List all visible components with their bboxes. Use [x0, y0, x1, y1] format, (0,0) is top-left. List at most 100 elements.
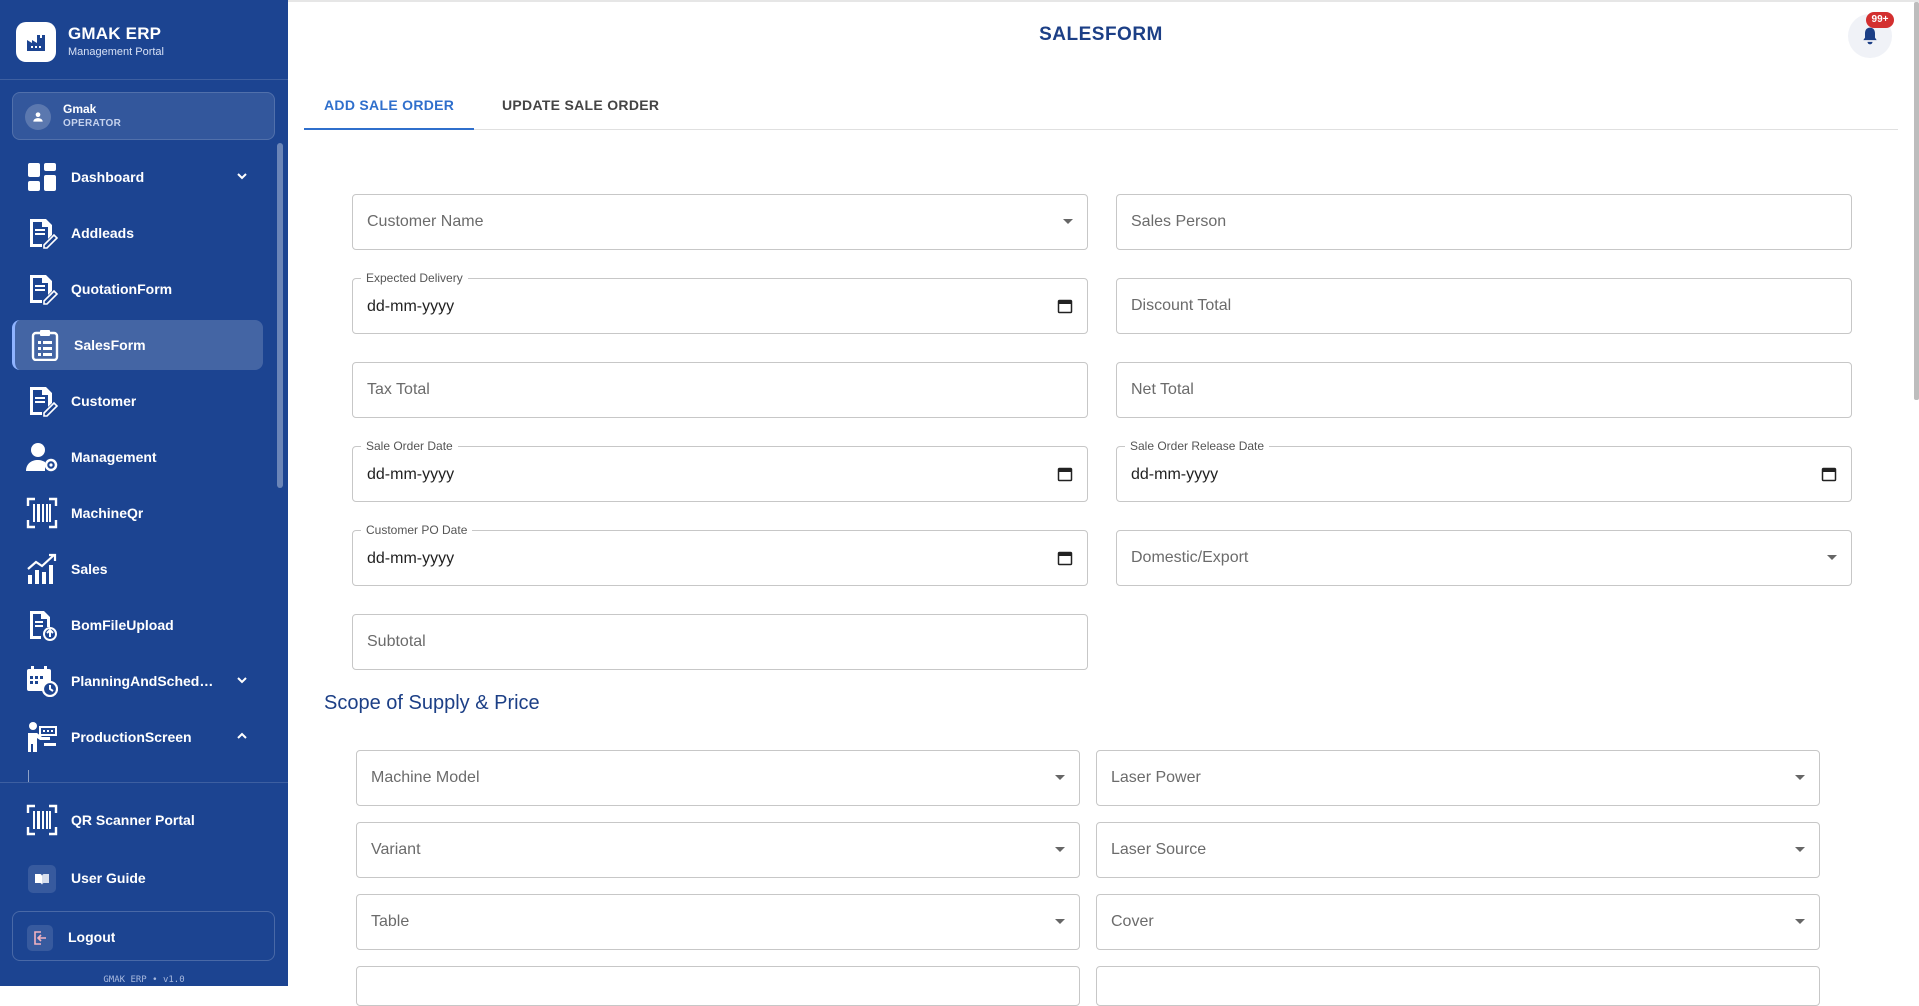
sidebar-item-machineqr[interactable]: MachineQr: [12, 488, 263, 538]
table-select[interactable]: Table: [356, 894, 1080, 950]
sidebar-footer: QR Scanner Portal User Guide Logout GMAK…: [0, 782, 288, 986]
subtotal-placeholder: Subtotal: [367, 633, 426, 650]
laser-source-placeholder: Laser Source: [1111, 841, 1207, 858]
sidebar-item-planningandscheduling[interactable]: PlanningAndSchedul…: [12, 656, 263, 706]
calendar-icon[interactable]: [1057, 298, 1073, 314]
variant-placeholder: Variant: [371, 841, 421, 858]
chevron-down-icon[interactable]: [234, 168, 250, 184]
machine-model-select[interactable]: Machine Model: [356, 750, 1080, 806]
sidebar-item-dashboard[interactable]: Dashboard: [12, 152, 263, 202]
dropdown-arrow-icon: [1063, 219, 1073, 224]
edit-document-icon: [30, 275, 58, 305]
version-text: GMAK ERP • v1.0: [103, 975, 185, 985]
dropdown-arrow-icon: [1055, 847, 1065, 852]
net-total-placeholder: Net Total: [1131, 381, 1194, 398]
sales-person-field[interactable]: Sales Person: [1116, 194, 1852, 250]
clipboard-list-icon: [31, 330, 59, 361]
calendar-icon[interactable]: [1057, 466, 1073, 482]
brand-header: GMAK ERP Management Portal: [0, 0, 288, 80]
tab-bar: ADD SALE ORDER UPDATE SALE ORDER: [304, 80, 1898, 130]
sidebar-item-management[interactable]: Management: [12, 432, 263, 482]
edit-document-icon: [30, 387, 58, 417]
customer-po-date-value: dd-mm-yyyy: [367, 550, 455, 567]
next-row-select-left[interactable]: [356, 966, 1080, 1006]
subtotal-field[interactable]: Subtotal: [352, 614, 1088, 670]
dropdown-arrow-icon: [1827, 555, 1837, 560]
book-icon: [28, 865, 56, 893]
calendar-icon[interactable]: [1821, 466, 1837, 482]
user-role: OPERATOR: [63, 118, 122, 129]
sidebar-scrollbar-thumb[interactable]: [277, 143, 283, 488]
user-name: Gmak: [63, 102, 97, 116]
file-upload-icon: [30, 611, 57, 641]
edit-document-icon: [30, 219, 58, 249]
sidebar-item-addleads[interactable]: Addleads: [12, 208, 263, 258]
logout-label: Logout: [68, 929, 116, 945]
chevron-up-icon[interactable]: [234, 728, 250, 744]
sidebar-item-salesform[interactable]: SalesForm: [12, 320, 263, 370]
dropdown-arrow-icon: [1795, 847, 1805, 852]
chevron-down-icon[interactable]: [234, 672, 250, 688]
sidebar-item-label: Addleads: [71, 225, 135, 241]
qr-scan-icon: [26, 804, 58, 836]
net-total-field[interactable]: Net Total: [1116, 362, 1852, 418]
sidebar-item-bomfileupload[interactable]: BomFileUpload: [12, 600, 263, 650]
next-row-select-right[interactable]: [1096, 966, 1820, 1006]
dashboard-icon: [28, 163, 56, 191]
sidebar-nav: Dashboard Addleads QuotationForm SalesFo…: [0, 150, 278, 780]
laser-power-select[interactable]: Laser Power: [1096, 750, 1820, 806]
sidebar-item-customer[interactable]: Customer: [12, 376, 263, 426]
domestic-export-placeholder: Domestic/Export: [1131, 549, 1249, 566]
customer-po-date-label: Customer PO Date: [361, 523, 473, 537]
sale-order-date-field[interactable]: Sale Order Date dd-mm-yyyy: [352, 439, 1088, 502]
tab-add-sale-order[interactable]: ADD SALE ORDER: [304, 80, 475, 130]
cover-placeholder: Cover: [1111, 913, 1154, 930]
tax-total-field[interactable]: Tax Total: [352, 362, 1088, 418]
cover-select[interactable]: Cover: [1096, 894, 1820, 950]
main-scrollbar[interactable]: [1914, 2, 1919, 988]
chart-growth-icon: [27, 553, 57, 584]
customer-po-date-field[interactable]: Customer PO Date dd-mm-yyyy: [352, 523, 1088, 586]
customer-name-select[interactable]: Customer Name: [352, 194, 1088, 250]
user-gear-icon: [26, 443, 58, 472]
expected-delivery-date-field[interactable]: Expected Delivery dd-mm-yyyy: [352, 271, 1088, 334]
sales-person-placeholder: Sales Person: [1131, 213, 1227, 230]
sidebar-item-sales[interactable]: Sales: [12, 544, 263, 594]
dropdown-arrow-icon: [1055, 919, 1065, 924]
machine-model-placeholder: Machine Model: [371, 769, 480, 786]
sidebar-item-label: Customer: [71, 393, 137, 409]
person-icon: [25, 104, 51, 130]
sidebar-item-label: Management: [71, 449, 157, 465]
bell-icon: [1863, 27, 1877, 45]
variant-select[interactable]: Variant: [356, 822, 1080, 878]
brand-subtitle: Management Portal: [68, 46, 164, 58]
page-title: SALESFORM: [1039, 24, 1163, 45]
calendar-clock-icon: [27, 666, 58, 697]
discount-total-placeholder: Discount Total: [1131, 297, 1232, 314]
sale-order-release-date-value: dd-mm-yyyy: [1131, 466, 1219, 483]
qr-scan-icon: [26, 497, 58, 529]
domestic-export-select[interactable]: Domestic/Export: [1116, 530, 1852, 586]
qr-scanner-portal-label: QR Scanner Portal: [71, 812, 195, 828]
main-content: SALESFORM 99+ ADD SALE ORDER UPDATE SALE…: [288, 0, 1919, 1006]
sidebar-item-quotationform[interactable]: QuotationForm: [12, 264, 263, 314]
calendar-icon[interactable]: [1057, 550, 1073, 566]
user-guide-link[interactable]: User Guide: [12, 853, 275, 903]
qr-scanner-portal-link[interactable]: QR Scanner Portal: [12, 795, 275, 845]
sidebar-item-label: Dashboard: [71, 169, 145, 185]
logout-icon: [27, 925, 53, 951]
sale-order-release-date-field[interactable]: Sale Order Release Date dd-mm-yyyy: [1116, 439, 1852, 502]
sidebar-scrollbar[interactable]: [276, 140, 284, 780]
tab-update-sale-order[interactable]: UPDATE SALE ORDER: [482, 80, 679, 130]
sidebar-item-productionscreen[interactable]: ProductionScreen: [12, 712, 263, 762]
sale-order-date-value: dd-mm-yyyy: [367, 466, 455, 483]
laser-source-select[interactable]: Laser Source: [1096, 822, 1820, 878]
sidebar-item-label: MachineQr: [71, 505, 144, 521]
sidebar-item-label: BomFileUpload: [71, 617, 174, 633]
logout-button[interactable]: Logout: [12, 911, 275, 961]
discount-total-field[interactable]: Discount Total: [1116, 278, 1852, 334]
main-scrollbar-thumb[interactable]: [1914, 2, 1919, 400]
table-placeholder: Table: [371, 913, 410, 930]
user-card[interactable]: Gmak OPERATOR: [12, 92, 275, 140]
sidebar-item-label: QuotationForm: [71, 281, 173, 297]
